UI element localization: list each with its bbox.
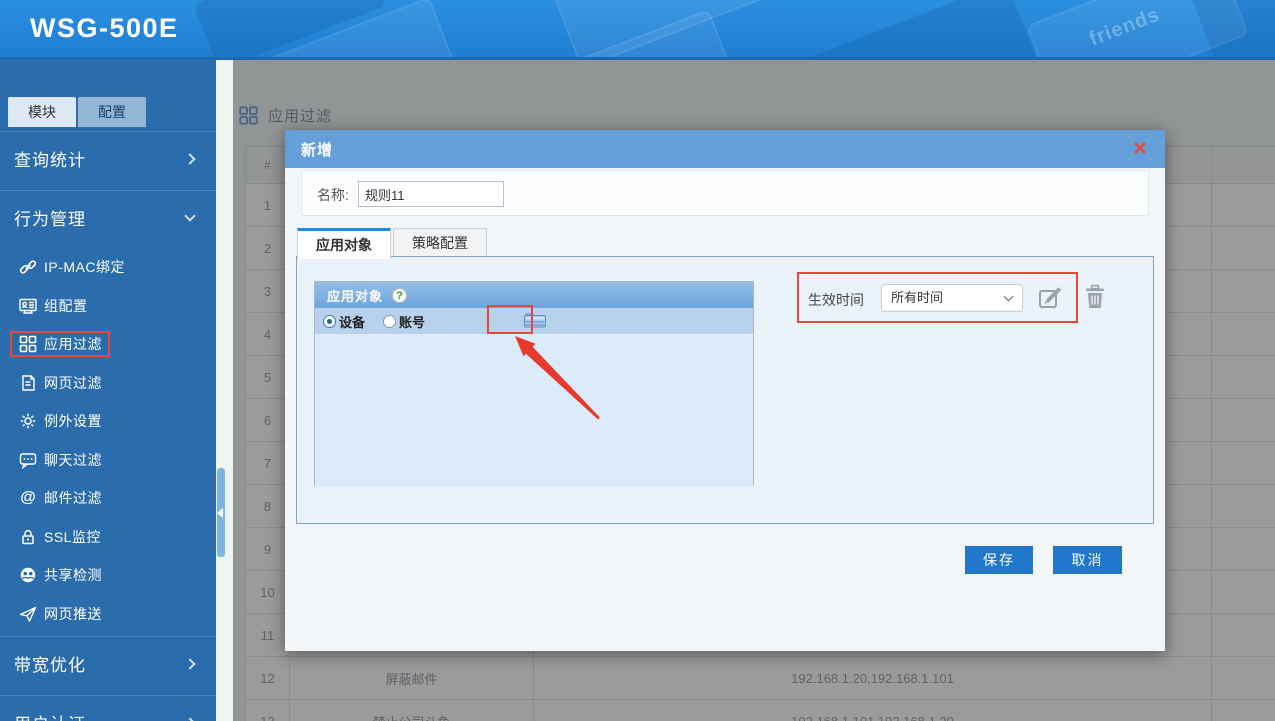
radio-dot	[383, 315, 396, 328]
dialog-tab-strip: 应用对象 策略配置	[297, 228, 489, 259]
page-icon	[19, 374, 37, 392]
sidebar-section-query-stats[interactable]: 查询统计	[0, 131, 216, 185]
sidebar-tab-config[interactable]: 配置	[78, 97, 146, 127]
sidebar-item-label: 邮件过滤	[44, 488, 102, 508]
object-list-area[interactable]	[315, 334, 753, 487]
chevron-right-icon	[184, 658, 195, 669]
id-card-icon	[19, 297, 37, 315]
chevron-right-icon	[184, 153, 195, 164]
radio-device[interactable]: 设备	[323, 312, 365, 331]
section-label: 带宽优化	[14, 651, 86, 676]
sidebar-section-behavior-mgmt[interactable]: 行为管理	[0, 190, 216, 244]
close-icon[interactable]: ×	[1133, 135, 1147, 163]
sidebar-item-group-config[interactable]: 组配置	[0, 287, 216, 326]
dialog-header: 新增 ×	[285, 130, 1165, 168]
name-field-group: 名称:	[301, 170, 1149, 216]
sidebar-item-share-detection[interactable]: 共享检测	[0, 556, 216, 595]
sidebar-item-label: SSL监控	[44, 527, 101, 547]
sidebar-gutter	[216, 60, 233, 721]
section-label: 行为管理	[14, 205, 86, 230]
grid-icon	[19, 335, 37, 353]
save-button[interactable]: 保存	[965, 546, 1033, 574]
cancel-button[interactable]: 取消	[1053, 546, 1122, 574]
send-icon	[19, 605, 37, 623]
sidebar: 模块 配置 查询统计 行为管理 IP-MAC绑定	[0, 60, 216, 721]
sidebar-item-label: 组配置	[44, 296, 88, 316]
sidebar-submenu: IP-MAC绑定 组配置 应用过滤	[0, 248, 216, 633]
chevron-down-icon	[1004, 292, 1014, 302]
effective-time-label: 生效时间	[808, 290, 864, 310]
keyboard-key-decoration	[801, 0, 1039, 60]
brand-title: WSG-500E	[30, 13, 179, 44]
help-icon[interactable]: ?	[392, 288, 407, 303]
radio-dot	[323, 315, 336, 328]
rule-name-input[interactable]	[358, 181, 504, 207]
section-label: 查询统计	[14, 146, 86, 171]
sidebar-item-ssl-monitor[interactable]: SSL监控	[0, 518, 216, 557]
new-rule-dialog: 新增 × 名称: 应用对象 策略配置 应用对象 ? 设备	[285, 130, 1165, 651]
panel-header: 应用对象 ?	[315, 282, 753, 308]
lock-icon	[19, 528, 37, 546]
sidebar-item-label: 聊天过滤	[44, 450, 102, 470]
sidebar-item-label: 例外设置	[44, 411, 102, 431]
top-header: friends WSG-500E	[0, 0, 1275, 60]
panel-title: 应用对象	[327, 286, 383, 305]
tab-application-object[interactable]: 应用对象	[297, 228, 391, 259]
radio-label: 设备	[339, 312, 365, 331]
edit-time-icon[interactable]	[1037, 285, 1063, 316]
sidebar-item-label: IP-MAC绑定	[44, 257, 125, 277]
chevron-down-icon	[184, 210, 195, 221]
at-icon: @	[19, 489, 37, 507]
sidebar-item-app-filter[interactable]: 应用过滤	[0, 325, 216, 364]
sidebar-item-label: 应用过滤	[44, 334, 102, 354]
chat-bubble-icon	[19, 451, 37, 469]
dialog-title: 新增	[301, 139, 333, 160]
tab-policy-config[interactable]: 策略配置	[393, 228, 487, 258]
sidebar-tab-strip: 模块 配置	[8, 97, 146, 127]
radio-account[interactable]: 账号	[383, 312, 425, 331]
section-label: 用户认证	[14, 710, 86, 721]
sidebar-item-chat-filter[interactable]: 聊天过滤	[0, 441, 216, 480]
sidebar-tab-modules[interactable]: 模块	[8, 97, 76, 127]
gear-icon	[19, 412, 37, 430]
sidebar-item-ip-mac-binding[interactable]: IP-MAC绑定	[0, 248, 216, 287]
sidebar-item-web-filter[interactable]: 网页过滤	[0, 364, 216, 403]
sidebar-section-user-auth[interactable]: 用户认证	[0, 695, 216, 721]
share-detection-icon	[19, 566, 37, 584]
chevron-right-icon	[184, 717, 195, 721]
sidebar-section-bandwidth[interactable]: 带宽优化	[0, 636, 216, 690]
sidebar-collapse-handle[interactable]	[217, 468, 225, 557]
trash-icon[interactable]	[1084, 284, 1106, 315]
radio-label: 账号	[399, 312, 425, 331]
sidebar-item-exception-settings[interactable]: 例外设置	[0, 402, 216, 441]
sidebar-item-label: 共享检测	[44, 565, 102, 585]
sidebar-item-web-push[interactable]: 网页推送	[0, 595, 216, 634]
app-root: friends WSG-500E 模块 配置 查询统计 行为管理 IP-M	[0, 0, 1275, 721]
effective-time-select[interactable]: 所有时间	[881, 284, 1023, 312]
selected-option: 所有时间	[891, 290, 943, 305]
name-field-label: 名称:	[317, 185, 349, 205]
sidebar-item-label: 网页推送	[44, 604, 102, 624]
sidebar-item-label: 网页过滤	[44, 373, 102, 393]
sidebar-item-mail-filter[interactable]: @ 邮件过滤	[0, 479, 216, 518]
link-icon	[19, 258, 37, 276]
folder-browse-icon[interactable]	[523, 312, 547, 334]
application-object-panel: 应用对象 ? 设备 账号	[314, 281, 754, 486]
